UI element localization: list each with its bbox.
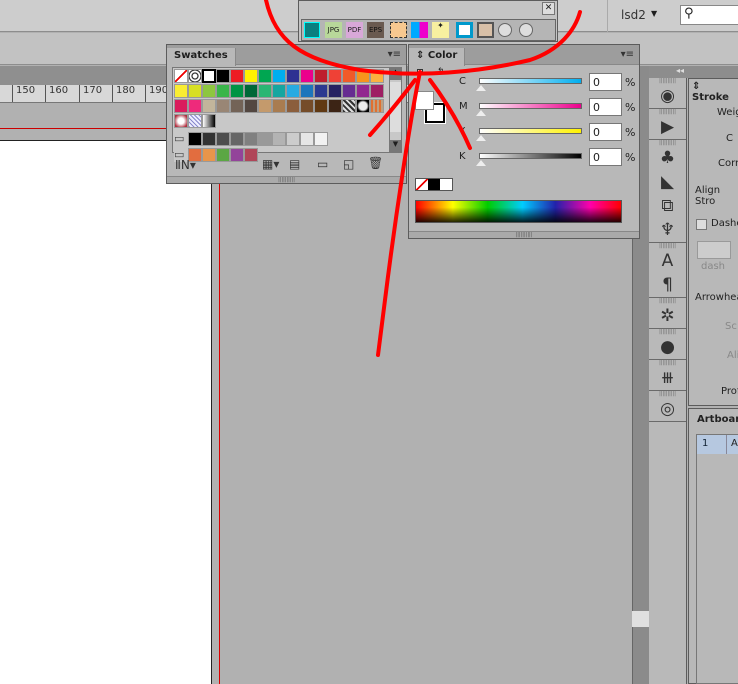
hand-drawn-annotation — [264, 0, 582, 357]
annotation-stroke — [428, 78, 472, 150]
annotation-stroke — [376, 70, 422, 357]
annotation-stroke — [264, 0, 582, 76]
